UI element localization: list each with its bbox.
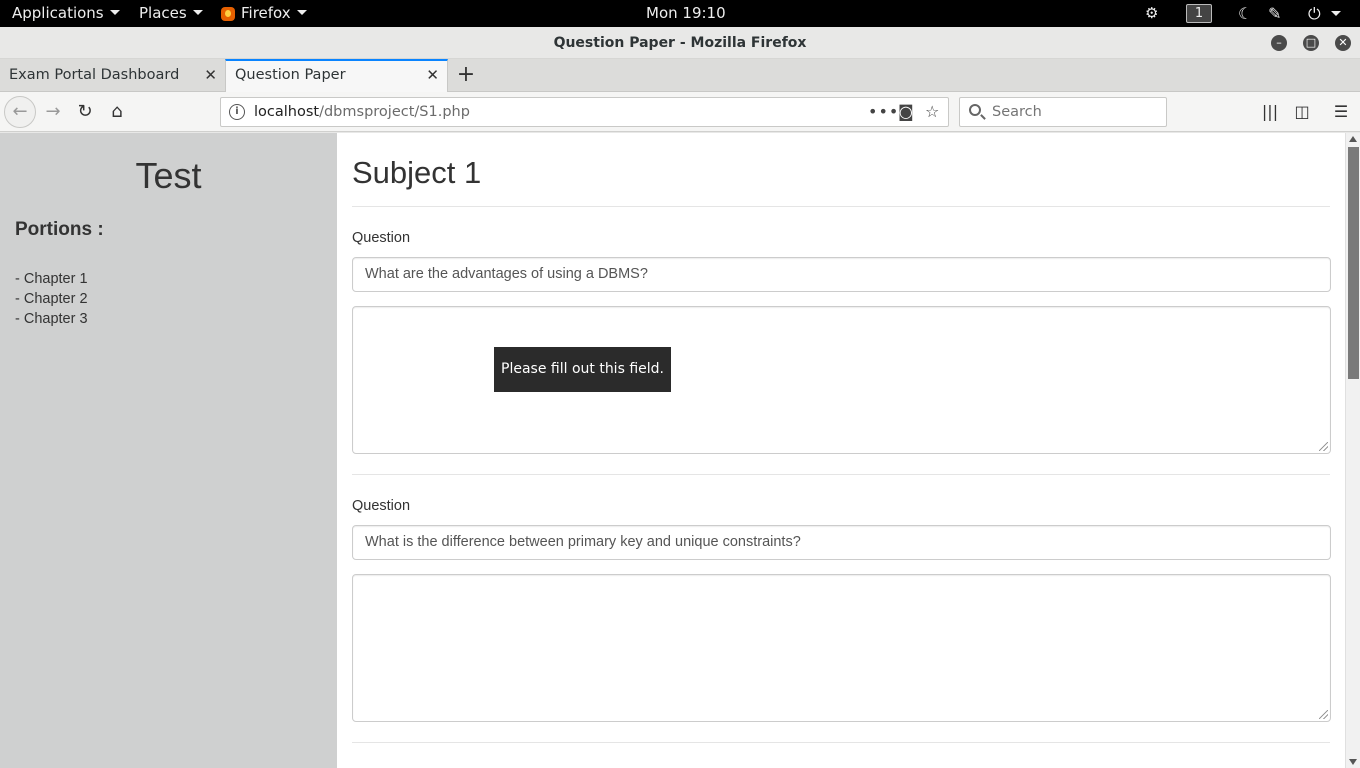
question-text-field[interactable]: What is the difference between primary k…: [352, 525, 1331, 560]
power-menu[interactable]: ⏻: [1308, 0, 1341, 27]
scroll-down-icon[interactable]: [1349, 759, 1357, 765]
chevron-down-icon: [109, 10, 120, 15]
firefox-icon: [221, 6, 235, 21]
close-tab-icon[interactable]: ✕: [426, 61, 439, 90]
library-icon[interactable]: |||: [1258, 100, 1282, 124]
system-monitor-icon[interactable]: ⚙: [1145, 0, 1158, 27]
chevron-down-icon: [192, 10, 203, 15]
chevron-down-icon: [296, 10, 307, 15]
resize-handle-icon[interactable]: [1319, 442, 1328, 451]
answer-textarea[interactable]: [352, 574, 1331, 722]
firefox-label: Firefox: [241, 4, 291, 22]
home-button[interactable]: ⌂: [105, 100, 129, 124]
search-input[interactable]: [990, 98, 1160, 126]
forward-button[interactable]: →: [41, 100, 65, 124]
close-window-button[interactable]: ✕: [1335, 35, 1351, 51]
tab-label: Exam Portal Dashboard: [9, 67, 180, 83]
workspace-indicator[interactable]: 1: [1186, 0, 1212, 27]
navigation-toolbar: ← → ↻ ⌂ i localhost/dbmsproject/S1.php •…: [0, 92, 1360, 132]
divider: [352, 206, 1330, 207]
places-label: Places: [139, 4, 187, 22]
page-content: Test Portions : - Chapter 1 - Chapter 2 …: [0, 133, 1360, 768]
url-host: localhost: [254, 104, 320, 120]
tab-strip: Exam Portal Dashboard ✕ Question Paper ✕…: [0, 59, 1360, 92]
search-icon: [969, 104, 981, 116]
tab-label: Question Paper: [235, 67, 346, 83]
firefox-app-menu[interactable]: Firefox: [221, 0, 307, 27]
tab-question-paper[interactable]: Question Paper ✕: [225, 59, 448, 92]
resize-handle-icon[interactable]: [1319, 710, 1328, 719]
back-button[interactable]: ←: [4, 96, 36, 128]
clock[interactable]: Mon 19:10: [646, 0, 726, 27]
maximize-button[interactable]: □: [1303, 35, 1319, 51]
site-info-icon[interactable]: i: [229, 104, 245, 120]
list-item: - Chapter 1: [15, 271, 88, 287]
url-text[interactable]: localhost/dbmsproject/S1.php: [254, 98, 470, 126]
page-actions-icon[interactable]: •••: [868, 98, 899, 126]
scrollbar-thumb[interactable]: [1348, 147, 1359, 379]
window-titlebar: Question Paper - Mozilla Firefox – □ ✕: [0, 27, 1360, 59]
reload-button[interactable]: ↻: [73, 100, 97, 124]
divider: [352, 742, 1330, 743]
subject-title: Subject 1: [352, 155, 482, 190]
question-paper-main: Subject 1 Question What are the advantag…: [337, 133, 1345, 768]
scroll-up-icon[interactable]: [1349, 136, 1357, 142]
hamburger-menu-icon[interactable]: ☰: [1329, 100, 1353, 124]
power-icon: ⏻: [1308, 4, 1321, 23]
list-item: - Chapter 3: [15, 311, 88, 327]
window-title: Question Paper - Mozilla Firefox: [553, 35, 807, 51]
gnome-top-bar: Applications Places Firefox Mon 19:10 ⚙ …: [0, 0, 1360, 27]
page-scrollbar[interactable]: [1345, 133, 1360, 768]
bookmark-star-icon[interactable]: ☆: [925, 98, 939, 126]
applications-label: Applications: [12, 4, 104, 22]
tab-exam-portal-dashboard[interactable]: Exam Portal Dashboard ✕: [0, 59, 225, 92]
question-text-field[interactable]: What are the advantages of using a DBMS?: [352, 257, 1331, 292]
validation-tooltip: Please fill out this field.: [494, 347, 671, 392]
question-label: Question: [352, 498, 411, 514]
pocket-icon[interactable]: ◙: [898, 98, 914, 126]
test-title: Test: [135, 155, 202, 196]
divider: [352, 474, 1330, 475]
workspace-number: 1: [1186, 4, 1212, 23]
color-picker-icon[interactable]: ✎: [1268, 0, 1281, 27]
chapter-list: - Chapter 1 - Chapter 2 - Chapter 3: [15, 269, 88, 329]
minimize-button[interactable]: –: [1271, 35, 1287, 51]
sidebar-toggle-icon[interactable]: ◫: [1290, 100, 1314, 124]
night-light-icon[interactable]: ☾: [1238, 0, 1252, 27]
question-label: Question: [352, 230, 411, 246]
list-item: - Chapter 2: [15, 291, 88, 307]
left-sidebar: Test Portions : - Chapter 1 - Chapter 2 …: [0, 133, 337, 768]
places-menu[interactable]: Places: [139, 0, 203, 27]
search-bar[interactable]: [959, 97, 1167, 127]
portions-heading: Portions :: [15, 219, 104, 240]
chevron-down-icon: [1330, 11, 1341, 16]
new-tab-button[interactable]: +: [455, 59, 477, 92]
url-bar[interactable]: i localhost/dbmsproject/S1.php ••• ◙ ☆: [220, 97, 949, 127]
url-path: /dbmsproject/S1.php: [319, 104, 470, 120]
close-tab-icon[interactable]: ✕: [204, 59, 217, 92]
applications-menu[interactable]: Applications: [12, 0, 120, 27]
